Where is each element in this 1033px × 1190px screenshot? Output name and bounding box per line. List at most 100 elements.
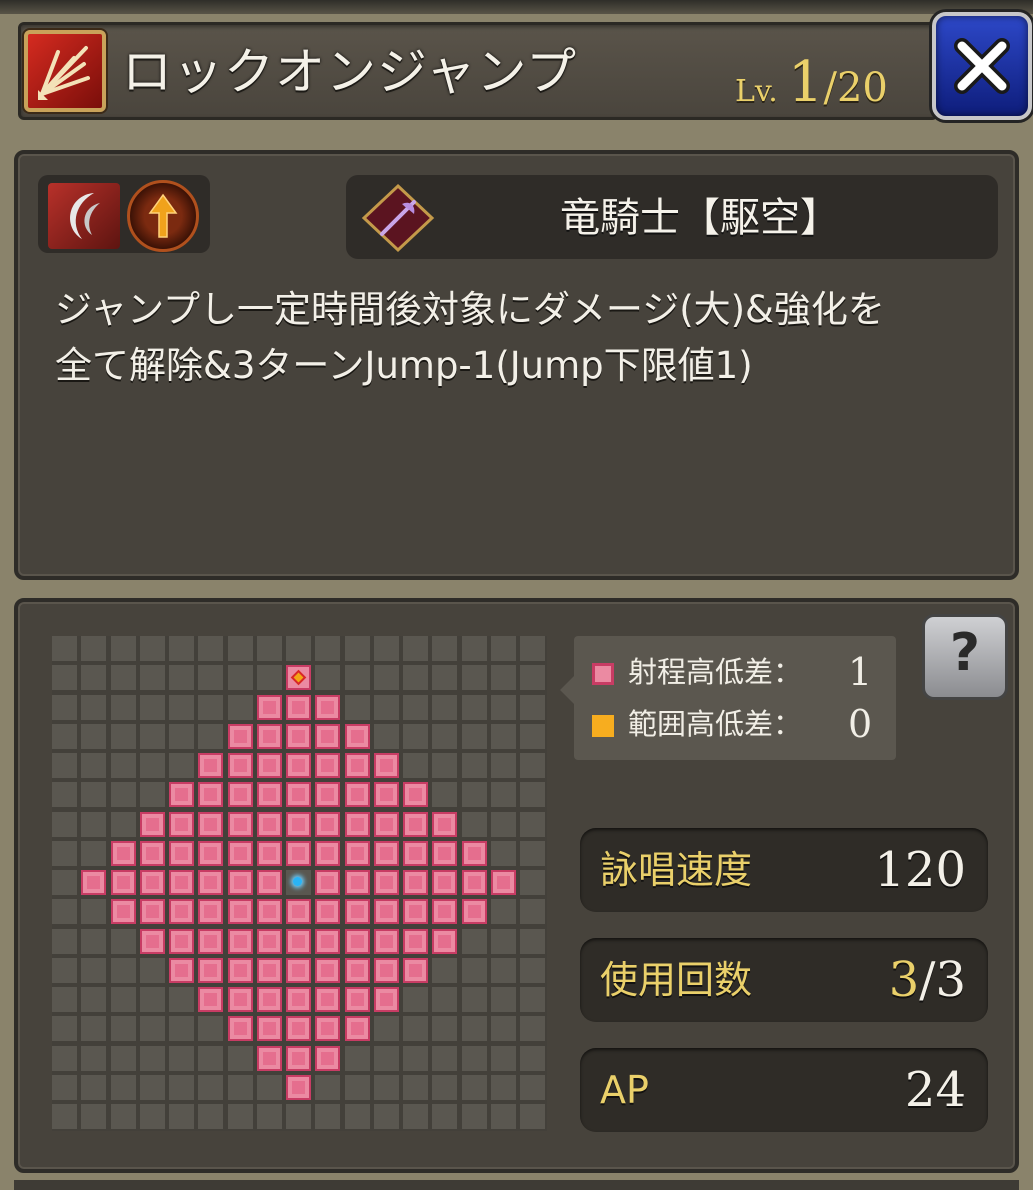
- grid-cell: [403, 1016, 428, 1042]
- grid-cell: [461, 1074, 487, 1100]
- range-cell: [432, 840, 458, 866]
- grid-cell: [198, 1074, 224, 1100]
- skill-level: Lv. 1/20: [735, 50, 888, 115]
- grid-cell: [286, 1104, 311, 1129]
- grid-cell: [432, 1074, 458, 1100]
- range-cell: [344, 811, 370, 837]
- range-cell: [373, 928, 399, 954]
- grid-cell: [403, 694, 428, 720]
- legend-range-height: 射程高低差： 1: [592, 652, 872, 692]
- range-cell: [256, 928, 282, 954]
- grid-cell: [52, 870, 77, 895]
- top-frame-strip: [0, 0, 1033, 14]
- help-button[interactable]: ?: [922, 614, 1008, 700]
- range-cell: [227, 870, 253, 895]
- range-cell: [256, 811, 282, 837]
- grid-cell: [432, 957, 458, 983]
- grid-cell: [461, 723, 487, 749]
- grid-cell: [490, 694, 516, 720]
- legend-label: 射程高低差：: [628, 655, 803, 689]
- level-max: /20: [823, 65, 888, 111]
- grid-cell: [520, 723, 545, 749]
- range-cell: [256, 1045, 282, 1071]
- range-cell: [344, 899, 370, 925]
- grid-cell: [110, 1074, 136, 1100]
- range-cell: [315, 957, 341, 983]
- grid-cell: [520, 811, 545, 837]
- range-cell: [169, 870, 194, 895]
- grid-cell: [81, 1104, 107, 1129]
- range-cell: [110, 870, 136, 895]
- grid-cell: [461, 928, 487, 954]
- grid-cell: [461, 957, 487, 983]
- range-cell: [169, 899, 194, 925]
- grid-cell: [81, 957, 107, 983]
- grid-cell: [169, 694, 194, 720]
- grid-cell: [520, 1016, 545, 1042]
- range-cell: [256, 987, 282, 1012]
- range-cell: [315, 840, 341, 866]
- grid-cell: [432, 987, 458, 1012]
- grid-cell: [432, 694, 458, 720]
- grid-cell: [344, 1045, 370, 1071]
- range-cell: [403, 870, 428, 895]
- range-cell: [110, 899, 136, 925]
- grid-cell: [139, 753, 165, 778]
- grid-cell: [169, 636, 194, 661]
- grid-cell: [81, 899, 107, 925]
- grid-cell: [81, 840, 107, 866]
- grid-cell: [110, 753, 136, 778]
- range-cell: [227, 753, 253, 778]
- grid-cell: [52, 782, 77, 808]
- grid-cell: [110, 928, 136, 954]
- close-button[interactable]: [932, 12, 1032, 120]
- range-cell: [403, 782, 428, 808]
- range-cell: [169, 811, 194, 837]
- grid-cell: [520, 753, 545, 778]
- grid-cell: [110, 987, 136, 1012]
- range-cell: [403, 928, 428, 954]
- target-marker-icon: [290, 669, 307, 686]
- grid-cell: [344, 665, 370, 691]
- grid-cell: [490, 723, 516, 749]
- range-cell: [81, 870, 107, 895]
- grid-cell: [373, 665, 399, 691]
- grid-cell: [490, 1016, 516, 1042]
- grid-cell: [344, 1074, 370, 1100]
- range-cell: [315, 1045, 341, 1071]
- range-cell: [198, 811, 224, 837]
- range-cell: [315, 811, 341, 837]
- grid-cell: [52, 987, 77, 1012]
- range-cell: [227, 723, 253, 749]
- legend-value: 0: [848, 702, 873, 746]
- grid-cell: [490, 665, 516, 691]
- grid-cell: [520, 665, 545, 691]
- grid-cell: [490, 928, 516, 954]
- grid-cell: [139, 1074, 165, 1100]
- range-cell: [227, 987, 253, 1012]
- grid-cell: [139, 723, 165, 749]
- grid-cell: [81, 928, 107, 954]
- grid-cell: [52, 753, 77, 778]
- grid-cell: [81, 987, 107, 1012]
- grid-cell: [227, 1074, 253, 1100]
- grid-cell: [520, 987, 545, 1012]
- range-cell: [344, 928, 370, 954]
- grid-cell: [403, 753, 428, 778]
- grid-cell: [169, 1074, 194, 1100]
- grid-cell: [110, 811, 136, 837]
- height-legend: 射程高低差： 1 範囲高低差： 0: [560, 636, 896, 760]
- range-cell: [139, 899, 165, 925]
- stat-value: 24: [904, 1062, 966, 1118]
- grid-cell: [432, 1045, 458, 1071]
- grid-cell: [198, 723, 224, 749]
- range-cell: [403, 811, 428, 837]
- grid-cell: [520, 870, 545, 895]
- grid-cell: [110, 1104, 136, 1129]
- range-cell: [461, 899, 487, 925]
- grid-cell: [520, 928, 545, 954]
- grid-cell: [110, 1045, 136, 1071]
- range-cell: [198, 782, 224, 808]
- grid-cell: [52, 1045, 77, 1071]
- grid-cell: [286, 636, 311, 661]
